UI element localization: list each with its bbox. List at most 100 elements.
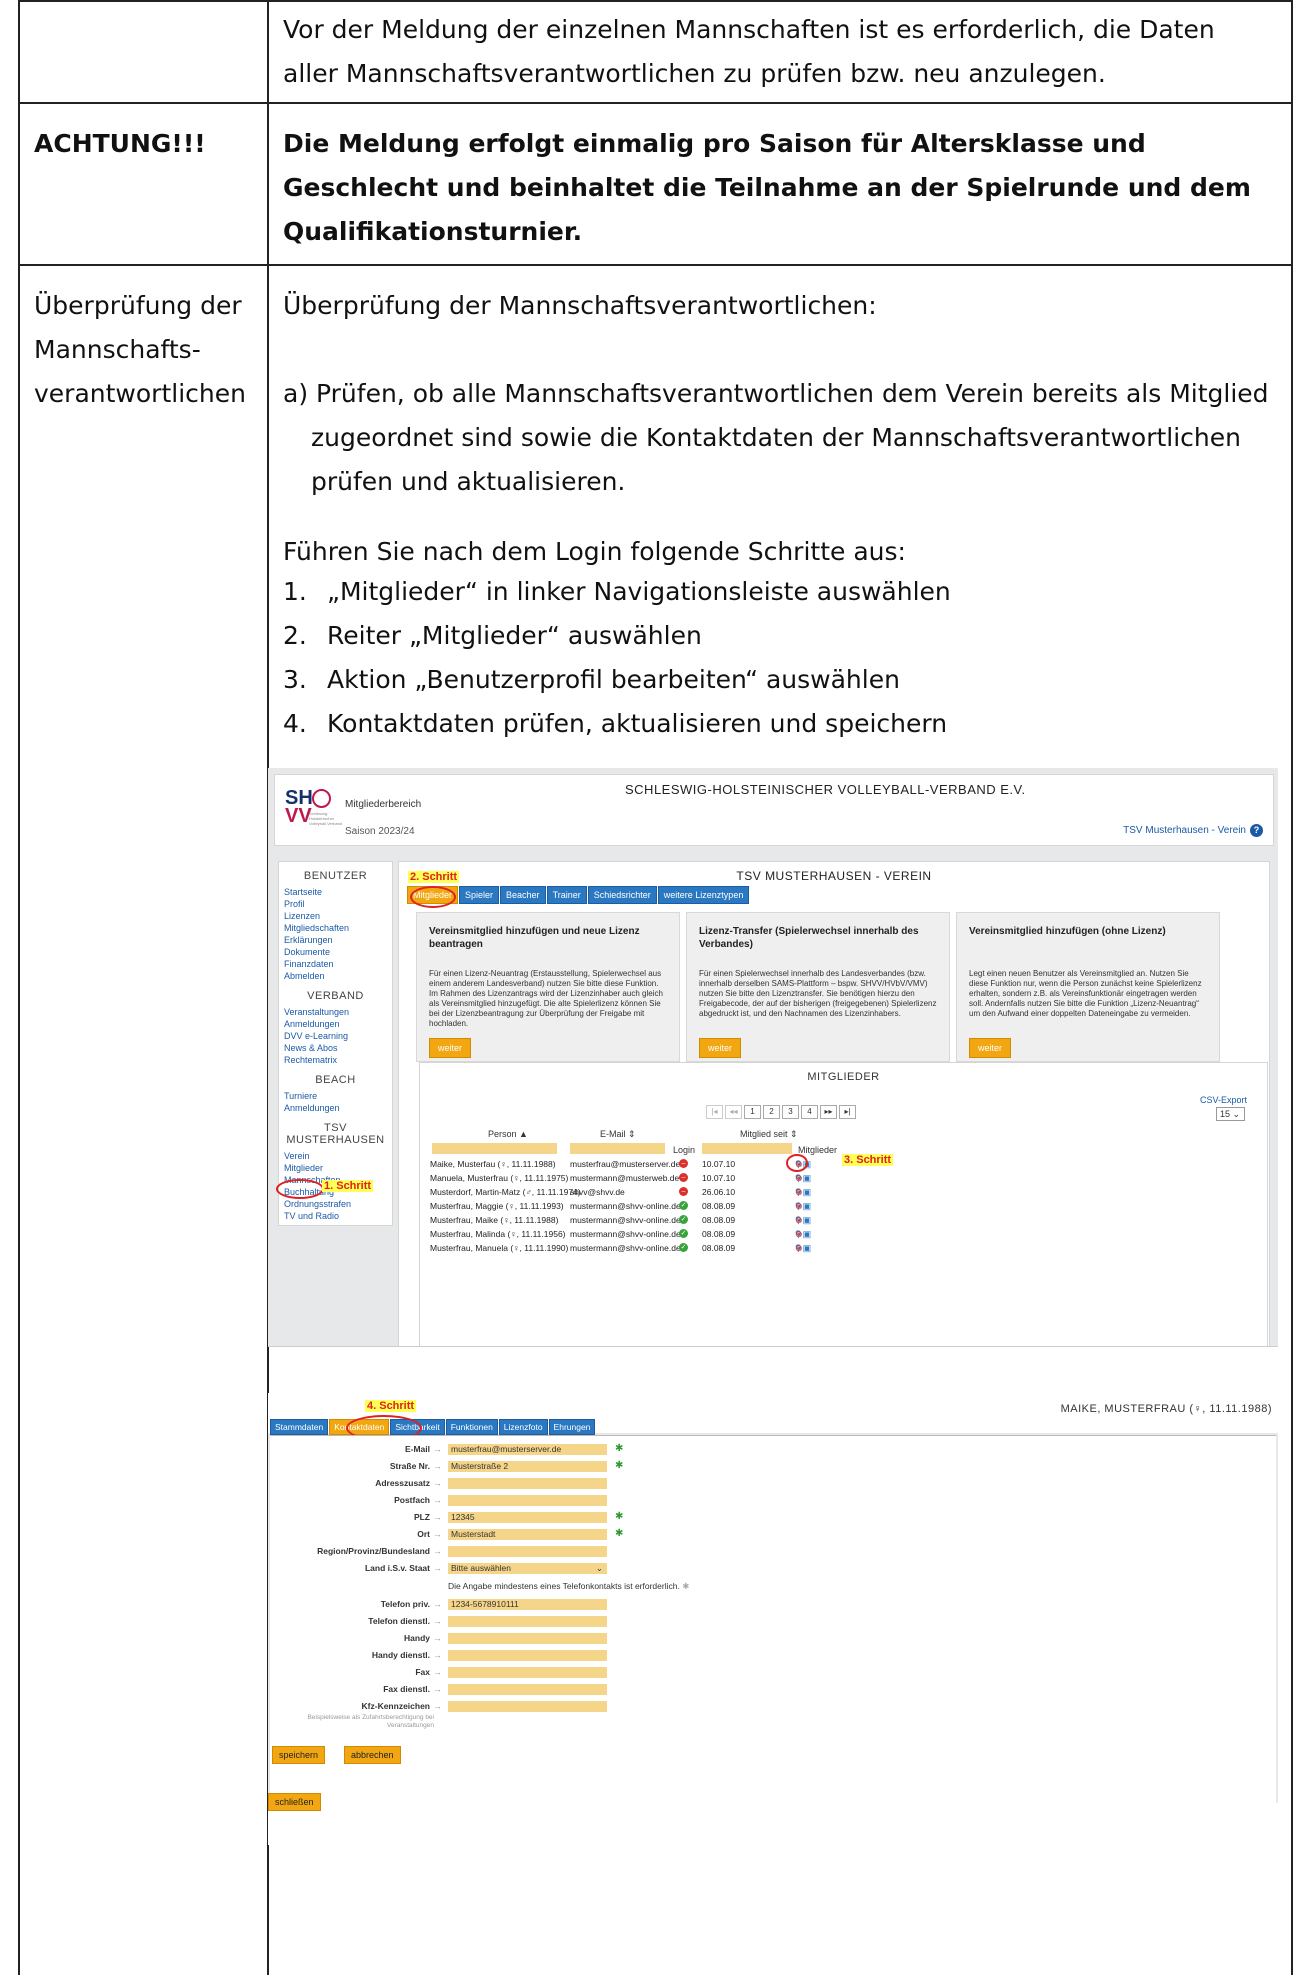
sidebar-item-lizenzen[interactable]: Lizenzen <box>279 910 392 922</box>
country-select[interactable]: Bitte auswählen ⌄ <box>448 1563 607 1574</box>
page-title: TSV MUSTERHAUSEN - VEREIN <box>736 869 932 883</box>
zip-field[interactable]: 12345 <box>448 1512 607 1523</box>
remove-icon[interactable]: ⊗ <box>795 1173 804 1184</box>
member-since: 10.07.10 <box>702 1159 736 1169</box>
sidebar-item-abmelden[interactable]: Abmelden <box>279 970 392 982</box>
help-icon[interactable]: ? <box>1250 824 1263 837</box>
tab-funktionen[interactable]: Funktionen <box>445 1419 498 1435</box>
remove-icon[interactable]: ⊗ <box>795 1215 804 1226</box>
card-title: Vereinsmitglied hinzufügen und neue Lize… <box>429 926 640 950</box>
column-header-since[interactable]: Mitglied seit ⇕ <box>740 1129 798 1140</box>
club-switcher[interactable]: TSV Musterhausen - Verein? <box>1123 824 1263 837</box>
mobile-work-field[interactable] <box>448 1650 607 1661</box>
sidebar-item-profil[interactable]: Profil <box>279 898 392 910</box>
po-box-field[interactable] <box>448 1495 607 1506</box>
sidebar-item-news[interactable]: News & Abos <box>279 1042 392 1054</box>
page-button[interactable]: 3 <box>782 1105 799 1119</box>
sidebar-item-finanzdaten[interactable]: Finanzdaten <box>279 958 392 970</box>
tab-schiedsrichter[interactable]: Schiedsrichter <box>587 886 657 904</box>
arrow-icon: → <box>433 1546 442 1556</box>
tab-spieler[interactable]: Spieler <box>459 886 500 904</box>
filter-email[interactable] <box>570 1143 665 1154</box>
volleyball-icon <box>312 789 331 808</box>
sidebar-heading: BEACH <box>315 1074 356 1086</box>
fax-work-field[interactable] <box>448 1684 607 1695</box>
arrow-icon: → <box>433 1512 442 1522</box>
club-link[interactable]: TSV Musterhausen - Verein <box>1123 825 1246 836</box>
season-label: Saison 2023/24 <box>345 826 415 837</box>
tab-beacher[interactable]: Beacher <box>500 886 546 904</box>
filter-person[interactable] <box>432 1143 557 1154</box>
field-label: Handy dienstl. <box>371 1650 430 1660</box>
sidebar-item-mitglieder[interactable]: Mitglieder <box>279 1162 392 1174</box>
phone-work-field[interactable] <box>448 1616 607 1627</box>
tab-stammdaten[interactable]: Stammdaten <box>270 1419 329 1435</box>
license-plate-field[interactable] <box>448 1701 607 1712</box>
column-header-email[interactable]: E-Mail ⇕ <box>600 1129 636 1140</box>
remove-icon[interactable]: ⊗ <box>795 1187 804 1198</box>
mobile-field[interactable] <box>448 1633 607 1644</box>
cancel-button[interactable]: abbrechen <box>344 1746 401 1764</box>
first-page-button[interactable]: |◂ <box>706 1105 723 1119</box>
arrow-icon: → <box>433 1495 442 1505</box>
close-button[interactable]: schließen <box>268 1793 321 1811</box>
sidebar-item-erklaerungen[interactable]: Erklärungen <box>279 934 392 946</box>
fax-field[interactable] <box>448 1667 607 1678</box>
sidebar-item-startseite[interactable]: Startseite <box>279 886 392 898</box>
continue-button[interactable]: weiter <box>699 1038 742 1058</box>
column-header-person[interactable]: Person ▲ <box>488 1129 528 1139</box>
tab-lizenzfoto[interactable]: Lizenzfoto <box>498 1419 548 1435</box>
step3-label: 3. Schritt <box>842 1154 894 1166</box>
sidebar-item-tv-radio[interactable]: TV und Radio <box>279 1210 392 1222</box>
address-extra-field[interactable] <box>448 1478 607 1489</box>
login-yes-icon: ✓ <box>679 1243 688 1252</box>
sidebar-item-elearning[interactable]: DVV e-Learning <box>279 1030 392 1042</box>
remove-icon[interactable]: ⊗ <box>795 1229 804 1240</box>
field-label: Adresszusatz <box>375 1478 430 1488</box>
prev-page-button[interactable]: ◂◂ <box>725 1105 742 1119</box>
city-field[interactable]: Musterstadt <box>448 1529 607 1540</box>
region-field[interactable] <box>448 1546 607 1557</box>
form-row: Telefon priv. → 1234-5678910111 <box>270 1599 870 1613</box>
page-button[interactable]: 4 <box>801 1105 818 1119</box>
email-field[interactable]: musterfrau@musterserver.de <box>448 1444 607 1455</box>
remove-icon[interactable]: ⊗ <box>795 1201 804 1212</box>
street-field[interactable]: Musterstraße 2 <box>448 1461 607 1472</box>
step-text: Kontaktdaten prüfen, aktualisieren und s… <box>327 709 948 738</box>
sidebar-item-verein[interactable]: Verein <box>279 1150 392 1162</box>
member-since: 08.08.09 <box>702 1229 736 1239</box>
page-button[interactable]: 2 <box>763 1105 780 1119</box>
page-button[interactable]: 1 <box>744 1105 761 1119</box>
tab-ehrungen[interactable]: Ehrungen <box>548 1419 596 1435</box>
remove-icon[interactable]: ⊗ <box>795 1243 804 1254</box>
section-label-line: Mannschafts- <box>34 335 201 364</box>
sidebar-item-veranstaltungen[interactable]: Veranstaltungen <box>279 1006 392 1018</box>
continue-button[interactable]: weiter <box>969 1038 1012 1058</box>
sidebar-heading: VERBAND <box>307 990 364 1002</box>
phone-private-field[interactable]: 1234-5678910111 <box>448 1599 607 1610</box>
arrow-icon: → <box>433 1633 442 1643</box>
tab-weitere-lizenztypen[interactable]: weitere Lizenztypen <box>657 886 750 904</box>
sidebar-item-turniere[interactable]: Turniere <box>279 1090 392 1102</box>
page-size-select[interactable]: 15 ⌄ <box>1216 1107 1245 1121</box>
sidebar-item-mitgliedschaften[interactable]: Mitgliedschaften <box>279 922 392 934</box>
sidebar-item-beach-anmeldungen[interactable]: Anmeldungen <box>279 1102 392 1114</box>
save-button[interactable]: speichern <box>272 1746 326 1764</box>
tab-trainer[interactable]: Trainer <box>546 886 587 904</box>
filter-since[interactable] <box>702 1143 792 1154</box>
last-page-button[interactable]: ▸| <box>839 1105 856 1119</box>
csv-export-link[interactable]: CSV-Export <box>1200 1095 1247 1105</box>
step-item: 4. Kontaktdaten prüfen, aktualisieren und… <box>283 702 1273 746</box>
member-name: Maike, Musterfau (♀, 11.11.1988) <box>430 1159 556 1169</box>
sidebar-item-dokumente[interactable]: Dokumente <box>279 946 392 958</box>
login-no-icon: – <box>679 1173 688 1182</box>
sidebar-item-ordnungsstrafen[interactable]: Ordnungsstrafen <box>279 1198 392 1210</box>
member-email: shvv@shvv.de <box>570 1187 625 1197</box>
sidebar-item-anmeldungen[interactable]: Anmeldungen <box>279 1018 392 1030</box>
member-email: mustermann@musterweb.de <box>570 1173 680 1183</box>
next-page-button[interactable]: ▸▸ <box>820 1105 837 1119</box>
continue-button[interactable]: weiter <box>429 1038 472 1058</box>
required-icon: ✱ <box>615 1528 624 1539</box>
sidebar-item-rechtematrix[interactable]: Rechtematrix <box>279 1054 392 1066</box>
step-number: 3. <box>283 665 307 694</box>
